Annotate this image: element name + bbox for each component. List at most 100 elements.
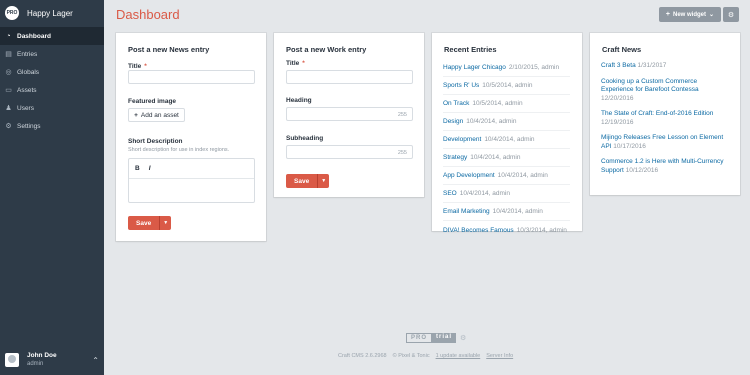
version-text: Craft CMS 2.6.2968	[338, 353, 387, 359]
server-info-link[interactable]: Server Info	[486, 353, 513, 359]
new-widget-label: New widget	[673, 11, 707, 18]
recent-entries-list: Happy Lager Chicago 2/10/2015, admin Spor…	[443, 59, 570, 239]
site-name[interactable]: Happy Lager	[27, 9, 73, 18]
entry-link[interactable]: DIVA! Becomes Famous	[443, 227, 514, 234]
sidebar-item-assets[interactable]: ▭ Assets	[0, 81, 104, 99]
edition-badge[interactable]: PRO trial ⚙	[406, 333, 466, 343]
required-mark: *	[144, 63, 147, 70]
list-item: Development 10/4/2014, admin	[443, 131, 570, 149]
user-role: admin	[27, 361, 44, 367]
news-link[interactable]: Commerce 1.2 is Here with Multi-Currency…	[601, 158, 723, 174]
entry-meta: 10/5/2014, admin	[472, 100, 523, 107]
entry-meta: 10/4/2014, admin	[492, 208, 543, 215]
widget-title: Post a new Work entry	[286, 45, 367, 54]
gear-icon[interactable]: ⚙	[460, 334, 466, 342]
heading-input[interactable]: 255	[286, 107, 413, 121]
news-link[interactable]: Craft 3 Beta	[601, 62, 636, 69]
entry-link[interactable]: Email Marketing	[443, 208, 490, 215]
sidebar-item-globals[interactable]: ◎ Globals	[0, 63, 104, 81]
sidebar-item-label: Dashboard	[17, 32, 51, 40]
news-link[interactable]: Cooking up a Custom Commerce Experience …	[601, 78, 699, 94]
subheading-char-count: 255	[397, 150, 407, 156]
page-title: Dashboard	[116, 7, 180, 22]
heading-char-count: 255	[397, 112, 407, 118]
site-logo: PRO	[5, 6, 19, 20]
editor-toolbar: B I	[129, 159, 254, 179]
save-button[interactable]: Save ▼	[128, 216, 172, 230]
entry-meta: 10/4/2014, admin	[459, 190, 510, 197]
chevron-up-icon[interactable]: ⌃	[92, 356, 99, 365]
entry-meta: 2/10/2015, admin	[508, 64, 560, 71]
chevron-down-icon: ⌄	[709, 12, 715, 18]
news-item: Cooking up a Custom Commerce Experience …	[601, 78, 729, 104]
news-item: Craft 3 Beta 1/31/2017	[601, 62, 729, 71]
bold-button[interactable]: B	[135, 165, 140, 172]
assets-icon: ▭	[5, 86, 12, 94]
sidebar-item-entries[interactable]: ▤ Entries	[0, 45, 104, 63]
entry-meta: 10/3/2014, admin	[516, 226, 567, 234]
edition-label: PRO trial	[406, 333, 457, 343]
edition-pro: PRO	[406, 333, 433, 343]
subheading-input[interactable]: 255	[286, 145, 413, 159]
short-description-help: Short description for use in index regio…	[128, 147, 230, 153]
new-widget-button[interactable]: + New widget ⌄	[659, 7, 721, 22]
user-menu[interactable]: John Doe admin ⌃	[5, 351, 99, 369]
dashboard-icon: ◔	[6, 32, 11, 40]
copyright-text: © Pixel & Tonic	[392, 353, 430, 359]
entries-icon: ▤	[5, 50, 12, 58]
main-nav: ◔ Dashboard ▤ Entries ◎ Globals ▭ Assets…	[0, 27, 104, 135]
quick-post-work-widget: Post a new Work entry Title * Heading 255…	[274, 33, 424, 197]
sidebar-item-label: Assets	[17, 86, 37, 94]
entry-link[interactable]: Strategy	[443, 154, 467, 161]
entry-link[interactable]: On Track	[443, 100, 469, 107]
entry-meta: 10/4/2014, admin	[466, 118, 517, 125]
entry-link[interactable]: Sports R' Us	[443, 82, 479, 89]
plus-icon: +	[665, 11, 671, 18]
title-input[interactable]	[128, 70, 255, 84]
entry-link[interactable]: Happy Lager Chicago	[443, 64, 506, 71]
quick-post-news-widget: Post a new News entry Title * Featured im…	[116, 33, 266, 241]
news-date: 10/17/2016	[613, 142, 646, 150]
entry-meta: 10/4/2014, admin	[497, 172, 548, 179]
chevron-down-icon[interactable]: ▼	[159, 216, 171, 230]
title-input[interactable]	[286, 70, 413, 84]
plus-icon: +	[134, 111, 138, 119]
site-header[interactable]: PRO Happy Lager	[0, 0, 104, 26]
dashboard-settings-button[interactable]: ⚙	[723, 7, 739, 22]
list-item: Email Marketing 10/4/2014, admin	[443, 203, 570, 221]
entry-link[interactable]: Development	[443, 136, 481, 143]
italic-button[interactable]: I	[149, 165, 151, 172]
short-description-editor[interactable]: B I	[128, 158, 255, 203]
sidebar-item-settings[interactable]: ⚙ Settings	[0, 117, 104, 135]
featured-image-label: Featured image	[128, 98, 177, 105]
widget-title: Post a new News entry	[128, 45, 210, 54]
sidebar-item-users[interactable]: ♟ Users	[0, 99, 104, 117]
sidebar-item-dashboard[interactable]: ◔ Dashboard	[0, 27, 104, 45]
save-button[interactable]: Save ▼	[286, 174, 330, 188]
news-item: Mijingo Releases Free Lesson on Element …	[601, 134, 729, 151]
list-item: SEO 10/4/2014, admin	[443, 185, 570, 203]
add-asset-button[interactable]: + Add an asset	[128, 108, 185, 122]
news-item: The State of Craft: End-of-2016 Edition …	[601, 110, 729, 127]
entry-link[interactable]: Design	[443, 118, 463, 125]
users-icon: ♟	[5, 104, 12, 112]
list-item: Happy Lager Chicago 2/10/2015, admin	[443, 59, 570, 77]
short-description-label: Short Description	[128, 138, 183, 145]
user-info: John Doe admin	[27, 352, 57, 368]
news-link[interactable]: The State of Craft: End-of-2016 Edition	[601, 110, 713, 117]
add-asset-label: Add an asset	[140, 111, 179, 119]
entry-link[interactable]: SEO	[443, 190, 457, 197]
entry-meta: 10/4/2014, admin	[484, 136, 535, 143]
recent-entries-widget: Recent Entries Happy Lager Chicago 2/10/2…	[432, 33, 582, 234]
sidebar: PRO Happy Lager ◔ Dashboard ▤ Entries ◎ …	[0, 0, 104, 375]
update-link[interactable]: 1 update available	[436, 353, 481, 359]
sidebar-item-label: Settings	[17, 122, 41, 130]
widget-title: Craft News	[602, 45, 642, 54]
news-date: 1/31/2017	[637, 62, 667, 69]
list-item: Strategy 10/4/2014, admin	[443, 149, 570, 167]
chevron-down-icon[interactable]: ▼	[317, 174, 329, 188]
subheading-label: Subheading	[286, 135, 324, 142]
entry-link[interactable]: App Development	[443, 172, 495, 179]
gear-icon: ⚙	[5, 122, 12, 130]
list-item: On Track 10/5/2014, admin	[443, 95, 570, 113]
